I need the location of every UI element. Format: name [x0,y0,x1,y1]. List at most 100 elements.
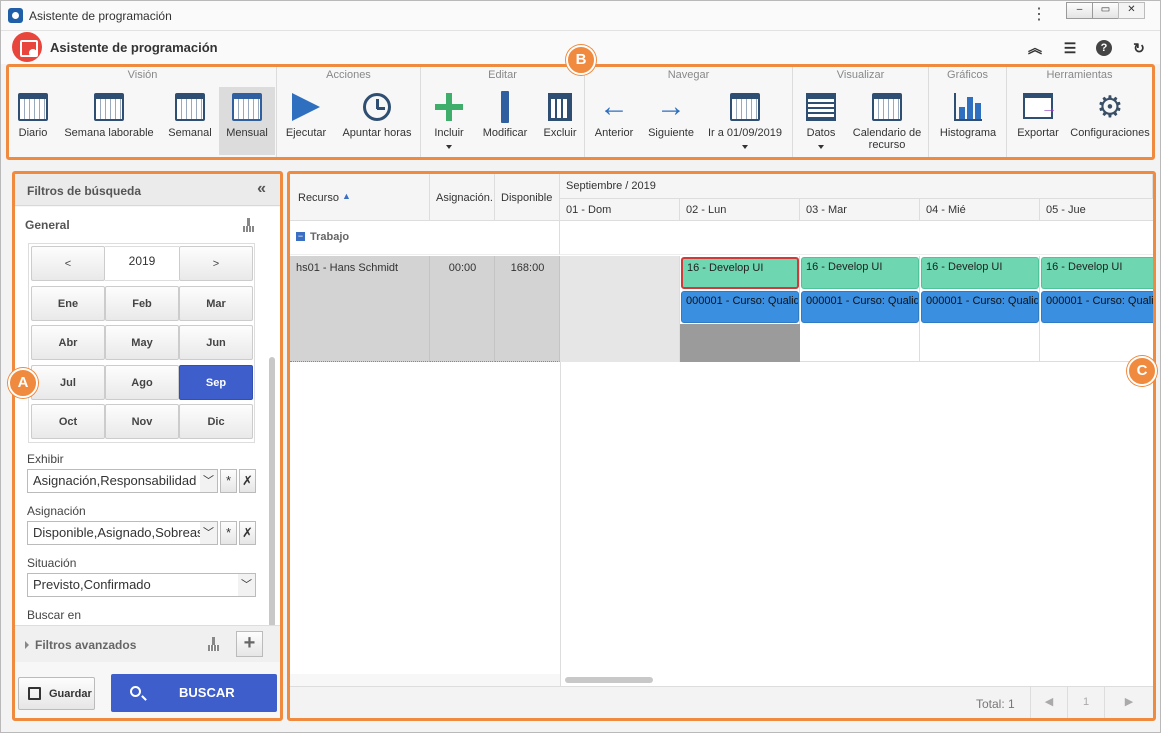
task-develop-ui[interactable]: 16 - Develop UI [801,257,919,289]
search-icon [130,686,141,697]
arrow-right-icon: → [656,90,686,123]
select-all-button[interactable]: * [220,521,237,545]
collapse-panel-icon[interactable]: « [257,180,266,198]
list-icon[interactable]: ☰ [1062,40,1078,56]
expand-arrow-icon [25,641,29,649]
month-may[interactable]: May [105,325,179,360]
task-course[interactable]: 000001 - Curso: Qualidade [681,291,799,323]
ribbon-group-navegar: Navegar ← Anterior → Siguiente Ir a 01/0… [585,67,793,157]
button-label: Modificar [482,127,528,139]
callout-badge-b: B [566,45,596,75]
minimize-button[interactable]: – [1066,2,1093,19]
month-jun[interactable]: Jun [179,325,253,360]
view-weekly-button[interactable]: Semanal [164,87,216,155]
month-jan[interactable]: Ene [31,286,105,321]
pager-next-button[interactable]: ▶ [1104,687,1153,718]
export-button[interactable]: Exportar [1013,87,1063,155]
goto-date-button[interactable]: Ir a 01/09/2019 [703,87,787,155]
view-monthly-button[interactable]: Mensual [219,87,275,155]
task-develop-ui[interactable]: 16 - Develop UI [681,257,799,289]
pager-prev-button[interactable]: ◀ [1030,687,1067,718]
month-label: Septiembre / 2019 [566,180,656,192]
filters-scrollbar[interactable] [269,357,275,625]
horizontal-scrollbar[interactable] [565,677,653,683]
save-button[interactable]: Guardar [18,677,95,710]
month-dec[interactable]: Dic [179,404,253,439]
day-label: 03 - Mar [806,204,847,216]
prev-year-button[interactable]: < [31,246,105,281]
refresh-icon[interactable]: ↻ [1131,40,1147,56]
maximize-button[interactable]: ▭ [1092,2,1119,19]
close-button[interactable]: ✕ [1118,2,1145,19]
clear-advanced-icon[interactable] [208,637,220,652]
more-options-icon[interactable]: ⋮ [1031,7,1047,23]
table-row[interactable]: hs01 - Hans Schmidt [290,256,430,362]
month-feb[interactable]: Feb [105,286,179,321]
section-title-general: General [25,218,70,232]
month-header: Septiembre / 2019 [560,174,1153,199]
schedule-grid-panel: Recurso ▲ Asignación. Disponible Septiem… [287,171,1156,721]
asignacion-select[interactable]: Disponible,Asignado,Sobreasignado ﹀ [27,521,218,545]
day-label: 02 - Lun [686,204,727,216]
advanced-filters-bar[interactable]: Filtros avanzados + [15,625,280,662]
task-course[interactable]: 000001 - Curso: Qualidade [921,291,1039,323]
exhibir-select[interactable]: Asignación,Responsabilidad ﹀ [27,469,218,493]
group-row-trabajo[interactable]: − Trabajo [290,221,560,255]
col-header-disponible[interactable]: Disponible [495,174,560,221]
month-nov[interactable]: Nov [105,404,179,439]
collapse-group-icon[interactable]: − [296,232,305,241]
ribbon-group-vision: Visión Diario Semana laborable Semanal M… [9,67,277,157]
task-develop-ui[interactable]: 16 - Develop UI [1041,257,1153,289]
next-year-button[interactable]: > [179,246,253,281]
modify-button[interactable]: Modificar [479,87,531,155]
clear-filter-icon[interactable] [243,218,255,233]
window-title: Asistente de programación [29,9,172,23]
month-apr[interactable]: Abr [31,325,105,360]
view-daily-button[interactable]: Diario [12,87,54,155]
clear-select-icon[interactable]: ✗ [239,469,256,493]
help-icon[interactable]: ? [1096,40,1112,56]
month-mar[interactable]: Mar [179,286,253,321]
situacion-value: Previsto,Confirmado [33,577,151,592]
data-button[interactable]: Datos [801,87,841,155]
view-workweek-button[interactable]: Semana laborable [61,87,157,155]
col-header-recurso[interactable]: Recurso ▲ [290,174,430,221]
scheduler-logo-icon [12,32,42,62]
include-button[interactable]: Incluir [427,87,471,155]
situacion-select[interactable]: Previsto,Confirmado ﹀ [27,573,256,597]
ribbon-group-herramientas: Herramientas Exportar ⚙ Configuraciones [1007,67,1152,157]
available-value: 168:00 [510,262,545,274]
task-develop-ui[interactable]: 16 - Develop UI [921,257,1039,289]
button-label: Apuntar horas [342,127,412,139]
histogram-button[interactable]: Histograma [937,87,999,155]
month-aug[interactable]: Ago [105,365,179,400]
group-title: Navegar [667,69,710,81]
day-cell-sunday[interactable] [560,256,680,362]
pager-page[interactable]: 1 [1067,687,1104,718]
previous-button[interactable]: ← Anterior [591,87,637,155]
group-title: Herramientas [1046,69,1113,81]
sort-ascending-icon: ▲ [342,191,351,201]
log-hours-button[interactable]: Apuntar horas [337,87,417,155]
month-oct[interactable]: Oct [31,404,105,439]
select-all-button[interactable]: * [220,469,237,493]
delete-button[interactable]: Excluir [539,87,581,155]
callout-badge-a: A [8,368,38,398]
resource-calendar-button[interactable]: Calendario de recurso [849,87,925,155]
task-course[interactable]: 000001 - Curso: Qualidade [1041,291,1153,323]
execute-button[interactable]: Ejecutar [281,87,331,155]
button-label: Ir a 01/09/2019 [707,127,782,139]
button-label: Calendario de recurso [852,127,922,151]
task-course[interactable]: 000001 - Curso: Qualidade [801,291,919,323]
month-jul[interactable]: Jul [31,365,105,400]
advanced-filters-label: Filtros avanzados [35,638,137,652]
collapse-up-icon[interactable]: ︽ [1027,40,1043,56]
col-header-asignacion[interactable]: Asignación. [430,174,495,221]
calendar-day-icon [18,93,48,121]
add-filter-button[interactable]: + [236,631,263,657]
month-sep[interactable]: Sep [179,365,253,400]
clear-select-icon[interactable]: ✗ [239,521,256,545]
search-button[interactable]: BUSCAR [111,674,277,712]
settings-button[interactable]: ⚙ Configuraciones [1069,87,1151,155]
next-button[interactable]: → Siguiente [645,87,697,155]
